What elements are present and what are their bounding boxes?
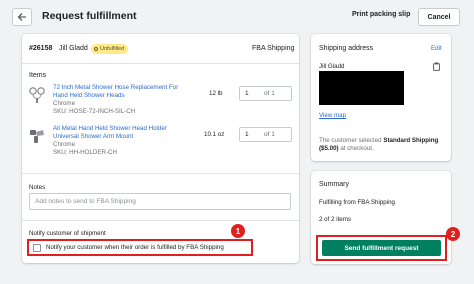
- divider: [22, 63, 299, 64]
- shipping-selected-suffix: at checkout.: [338, 145, 374, 152]
- cancel-button[interactable]: Cancel: [418, 8, 460, 26]
- notify-checkbox-label[interactable]: Notify your customer when their order is…: [46, 244, 224, 251]
- top-bar: Request fulfillment Print packing slip C…: [0, 0, 474, 34]
- view-map-link[interactable]: View map: [319, 112, 346, 119]
- item-variant: Chrome: [53, 141, 76, 148]
- quantity-total: of 1: [264, 90, 275, 97]
- callout-badge-1: 1: [231, 224, 245, 238]
- redacted-address: [319, 71, 404, 105]
- summary-item-count: 2 of 2 items: [319, 216, 351, 223]
- item-variant: Chrome: [53, 100, 76, 107]
- divider: [22, 220, 299, 221]
- arrow-left-icon: [17, 13, 26, 21]
- shipping-address-card: Shipping address Edit Jill Gladd View ma…: [311, 34, 451, 161]
- print-packing-slip-button[interactable]: Print packing slip: [352, 11, 410, 18]
- callout-badge-2: 2: [446, 227, 460, 241]
- fulfillment-location: FBA Shipping: [252, 45, 295, 52]
- shower-hose-thumbnail-icon: [29, 87, 45, 103]
- send-fulfillment-request-button[interactable]: Send fulfillment request: [322, 240, 441, 256]
- summary-location: Fulfilling from FBA Shipping: [319, 199, 396, 206]
- edit-address-link[interactable]: Edit: [431, 45, 442, 52]
- status-badge-label: Unfulfilled: [100, 46, 125, 52]
- divider: [22, 173, 299, 174]
- items-label: Items: [29, 72, 47, 79]
- summary-heading: Summary: [319, 181, 349, 188]
- shipping-method-name: Standard Shipping: [383, 137, 439, 144]
- quantity-total: of 1: [264, 131, 275, 138]
- quantity-value: 1: [245, 131, 249, 138]
- send-button-highlight: Send fulfillment request: [316, 235, 447, 261]
- summary-card: Summary Fulfilling from FBA Shipping 2 o…: [311, 171, 460, 264]
- quantity-value: 1: [245, 90, 249, 97]
- quantity-input[interactable]: 1 of 1: [239, 86, 292, 101]
- item-title-link[interactable]: All Metal Hand Held Shower Head Holder: [53, 125, 167, 132]
- order-number: #26158: [29, 45, 53, 52]
- item-weight: 10.1 oz: [204, 131, 225, 138]
- fulfillment-card: #26158 Jill Gladd Unfulfilled FBA Shippi…: [22, 34, 299, 263]
- quantity-input[interactable]: 1 of 1: [239, 127, 292, 142]
- item-sku: SKU: HOSE-72-INCH-SIL-CH: [53, 108, 136, 115]
- page-title: Request fulfillment: [42, 10, 137, 22]
- item-title-link-line2[interactable]: Hand Held Shower Heads: [53, 92, 125, 99]
- shipping-selected-prefix: The customer selected: [319, 137, 384, 144]
- item-sku: SKU: HH-HOLDER-CH: [53, 149, 117, 156]
- shower-head-holder-thumbnail-icon: [30, 130, 44, 143]
- notify-checkbox[interactable]: [33, 244, 41, 252]
- notes-input[interactable]: Add notes to send to FBA Shipping: [29, 193, 291, 210]
- copy-icon[interactable]: [433, 62, 440, 71]
- shipping-method-line2: ($5.00) at checkout.: [319, 145, 374, 152]
- status-dot-icon: [94, 47, 98, 51]
- customer-name: Jill Gladd: [59, 45, 88, 52]
- notify-heading: Notify customer of shipment: [29, 230, 106, 237]
- notify-checkbox-highlight: Notify your customer when their order is…: [27, 239, 253, 256]
- shipping-method-line1: The customer selected Standard Shipping: [319, 137, 438, 144]
- notes-label: Notes: [29, 184, 46, 191]
- shipping-name: Jill Gladd: [319, 63, 345, 70]
- shipping-method-price: ($5.00): [319, 145, 339, 152]
- item-title-link-line2[interactable]: Universal Shower Arm Mount: [53, 133, 133, 140]
- item-title-link[interactable]: 72 Inch Metal Shower Hose Replacement Fo…: [53, 84, 178, 91]
- shipping-heading: Shipping address: [319, 45, 374, 52]
- item-weight: 12 lb: [209, 90, 223, 97]
- status-badge: Unfulfilled: [91, 44, 129, 54]
- back-button[interactable]: [12, 8, 32, 26]
